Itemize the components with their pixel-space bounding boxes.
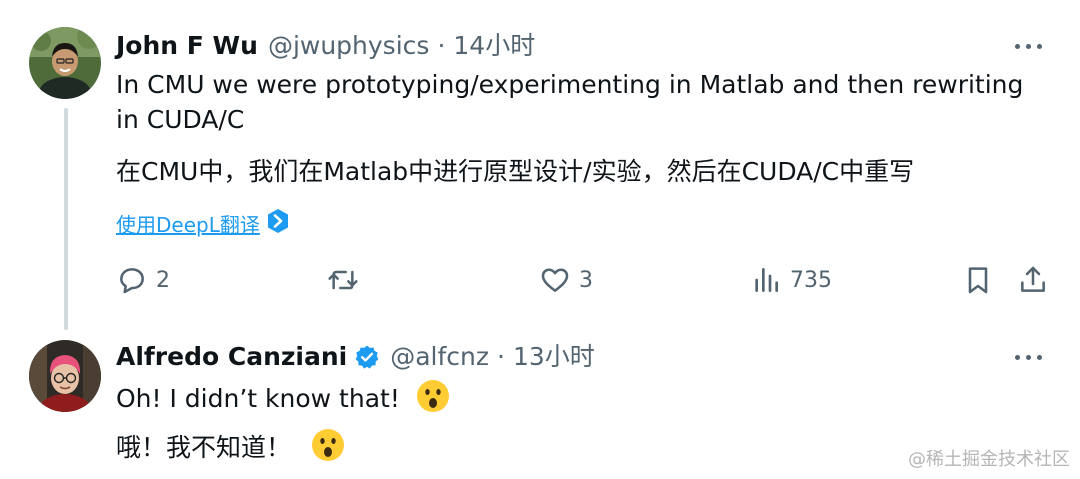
separator-dot: · xyxy=(497,342,505,371)
tweet-1-translation: 在CMU中，我们在Matlab中进行原型设计/实验，然后在CUDA/C中重写 xyxy=(116,157,915,186)
reply-button[interactable]: 2 xyxy=(116,262,170,298)
tweet-2-text: Oh! I didn’t know that! xyxy=(116,384,400,413)
verified-badge-icon[interactable] xyxy=(354,344,380,370)
share-icon xyxy=(1017,264,1049,296)
reply-count: 2 xyxy=(156,267,170,293)
tweet-time[interactable]: 13小时 xyxy=(513,340,595,374)
heart-icon xyxy=(539,264,571,296)
avatar-alfredo-canziani[interactable] xyxy=(29,340,101,412)
watermark: @稀土掘金技术社区 xyxy=(908,449,1070,470)
author-name[interactable]: John F Wu xyxy=(116,29,258,63)
tweet-2-translation: 哦！我不知道！ xyxy=(116,433,292,462)
bookmark-icon xyxy=(962,264,994,296)
separator-dot: · xyxy=(437,31,446,60)
tweet-2-header: Alfredo Canziani @alfcnz · 13小时 xyxy=(116,340,595,374)
tweet-1-text: In CMU we were prototyping/experimenting… xyxy=(116,70,1024,134)
translate-link-label[interactable]: 使用DeepL翻译 xyxy=(116,211,260,239)
like-count: 3 xyxy=(579,267,593,293)
avatar-john-f-wu[interactable] xyxy=(29,27,101,99)
author-handle[interactable]: @alfcnz xyxy=(390,340,489,374)
views-count: 735 xyxy=(790,267,832,293)
surprised-face-emoji xyxy=(416,379,450,413)
translate-with-deepl-link[interactable]: 使用DeepL翻译 xyxy=(116,208,290,241)
more-icon[interactable] xyxy=(1008,347,1048,367)
more-icon[interactable] xyxy=(1008,36,1048,56)
author-name[interactable]: Alfredo Canziani xyxy=(116,340,347,374)
retweet-button[interactable] xyxy=(327,262,359,298)
bookmark-button[interactable] xyxy=(962,262,994,298)
tweet-time[interactable]: 14小时 xyxy=(453,29,535,63)
views-button[interactable]: 735 xyxy=(750,262,832,298)
views-icon xyxy=(750,264,782,296)
retweet-icon xyxy=(327,264,359,296)
tweet-1-header: John F Wu @jwuphysics · 14小时 xyxy=(116,29,535,63)
share-button[interactable] xyxy=(1017,262,1049,298)
surprised-face-emoji xyxy=(311,428,345,462)
tweet-1-action-bar: 2 3 735 xyxy=(116,262,1051,298)
thread-connector-line xyxy=(64,108,68,330)
reply-icon xyxy=(116,264,148,296)
deepl-icon xyxy=(266,208,290,241)
like-button[interactable]: 3 xyxy=(539,262,593,298)
author-handle[interactable]: @jwuphysics xyxy=(268,29,430,63)
tweet-2-line-1: Oh! I didn’t know that! xyxy=(116,379,1051,416)
